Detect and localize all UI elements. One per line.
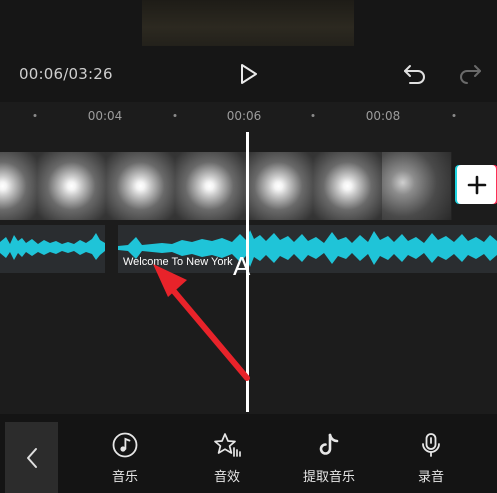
tiktok-note-icon bbox=[319, 433, 339, 455]
bottom-toolbar: 音乐 音效 提取音乐 录音 bbox=[0, 414, 497, 493]
tool-sound-effects[interactable]: 音效 bbox=[192, 432, 262, 485]
tool-record[interactable]: 录音 bbox=[396, 432, 466, 485]
tool-record-label: 录音 bbox=[417, 470, 444, 485]
back-button[interactable] bbox=[5, 422, 58, 493]
tool-music[interactable]: 音乐 bbox=[90, 432, 160, 485]
tool-extract-music-label: 提取音乐 bbox=[302, 470, 355, 485]
music-note-icon bbox=[112, 432, 138, 458]
tool-music-label: 音乐 bbox=[111, 470, 138, 485]
microphone-icon bbox=[422, 433, 440, 457]
chevron-left-icon bbox=[26, 447, 37, 468]
star-sound-effect-icon bbox=[214, 433, 241, 457]
tool-extract-music[interactable]: 提取音乐 bbox=[294, 432, 364, 485]
tool-sound-effects-label: 音效 bbox=[213, 470, 240, 485]
